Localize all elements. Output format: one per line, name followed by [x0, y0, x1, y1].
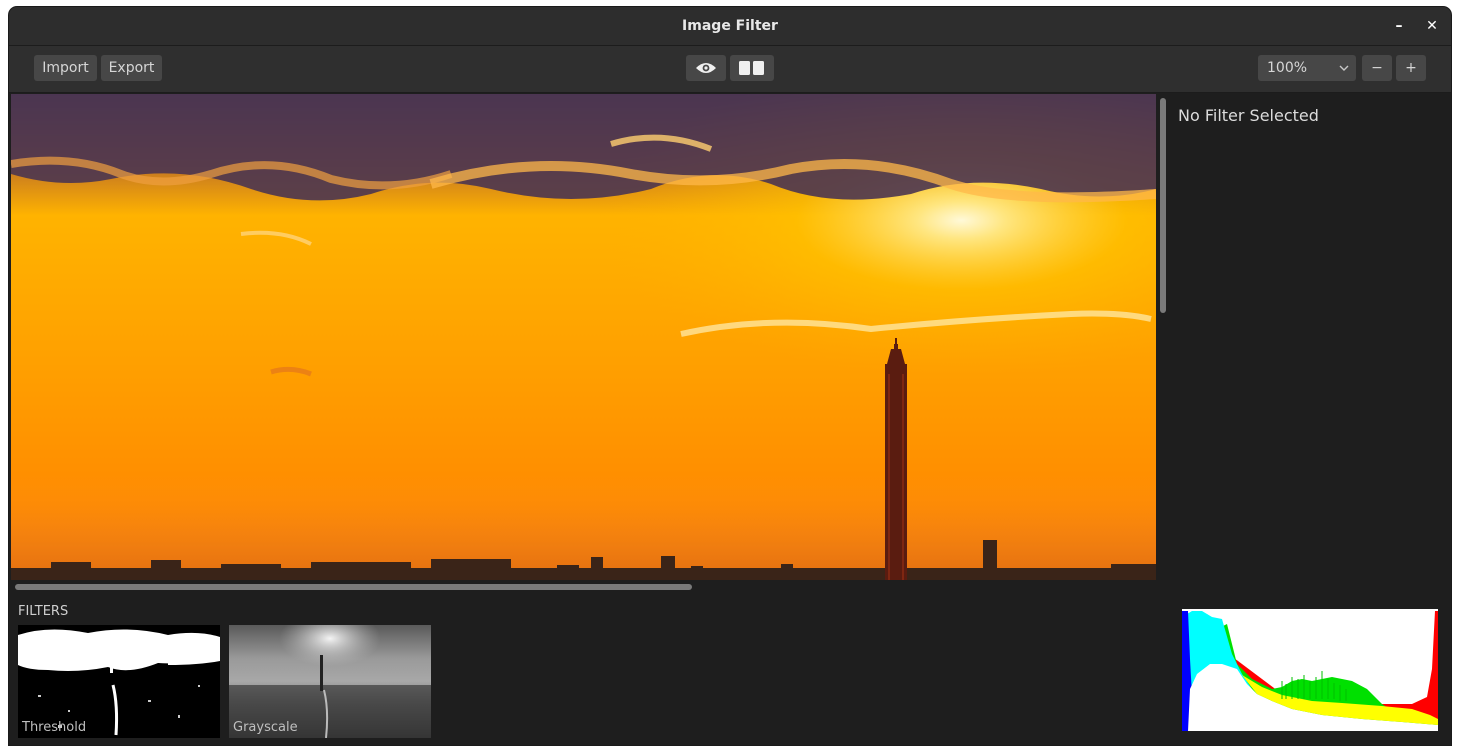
- color-histogram: [1182, 609, 1438, 731]
- export-button[interactable]: Export: [101, 55, 162, 81]
- filter-status-text: No Filter Selected: [1178, 106, 1319, 125]
- filters-panel: FILTERS Threshold Grayscale: [9, 595, 1172, 745]
- compare-icon: [739, 61, 764, 75]
- filter-settings-panel: No Filter Selected: [1172, 93, 1451, 595]
- close-button[interactable]: ✕: [1422, 16, 1442, 36]
- filter-label-grayscale: Grayscale: [233, 720, 298, 735]
- zoom-select[interactable]: 100%: [1258, 55, 1356, 81]
- window-title: Image Filter: [682, 18, 778, 34]
- titlebar: Image Filter – ✕: [9, 7, 1451, 46]
- compare-view-button[interactable]: [730, 55, 774, 81]
- preview-image: [11, 94, 1156, 580]
- toolbar: Import Export 100% − +: [9, 46, 1451, 93]
- import-button[interactable]: Import: [34, 55, 97, 81]
- histogram-panel: [1172, 595, 1451, 745]
- zoom-in-button[interactable]: +: [1396, 55, 1426, 81]
- minimize-button[interactable]: –: [1389, 16, 1409, 36]
- filter-thumbnail-grayscale[interactable]: Grayscale: [229, 625, 431, 738]
- filters-heading: FILTERS: [18, 604, 69, 619]
- horizontal-scrollbar[interactable]: [15, 584, 692, 590]
- zoom-value: 100%: [1267, 60, 1308, 76]
- eye-icon: [696, 63, 716, 73]
- preview-toggle-button[interactable]: [686, 55, 726, 81]
- image-viewer[interactable]: [9, 93, 1172, 595]
- vertical-scrollbar[interactable]: [1160, 98, 1166, 313]
- app-window: Image Filter – ✕ Import Export 100% − + …: [9, 7, 1451, 745]
- filter-label-threshold: Threshold: [22, 720, 87, 735]
- chevron-down-icon: [1339, 65, 1349, 71]
- filter-thumbnail-threshold[interactable]: Threshold: [18, 625, 220, 738]
- zoom-out-button[interactable]: −: [1362, 55, 1392, 81]
